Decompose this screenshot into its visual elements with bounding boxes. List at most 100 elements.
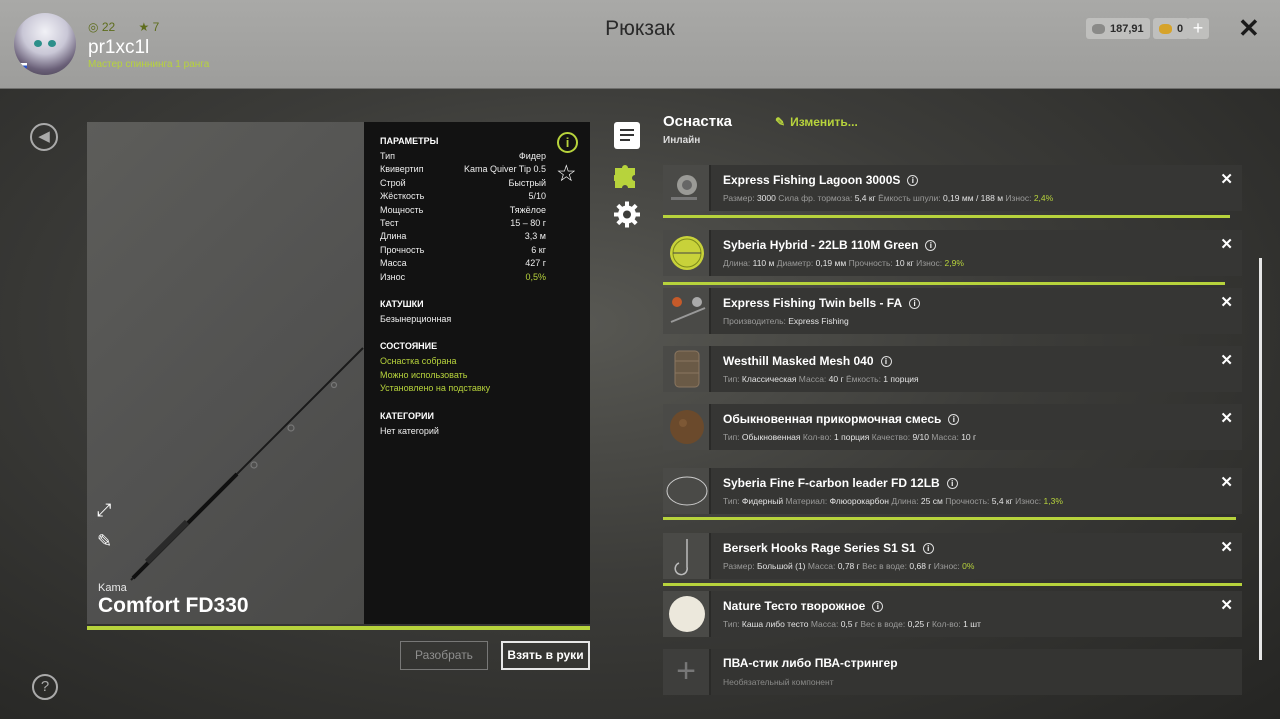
item-details: Размер: Большой (1) Масса: 0,78 г Вес в …	[723, 561, 974, 571]
info-icon[interactable]: i	[948, 414, 960, 425]
favorite-star-icon[interactable]: ☆	[556, 160, 577, 187]
item-name: Nature Тесто творожное i	[723, 599, 884, 613]
info-icon[interactable]: i	[925, 240, 937, 251]
detail-value: 1 шт	[963, 619, 981, 629]
add-currency-button[interactable]: +	[1187, 18, 1209, 39]
rod-image	[130, 347, 364, 581]
detail-key: Кол-во:	[802, 432, 835, 442]
add-slot-icon: +	[663, 649, 711, 695]
detail-key: Ёмкость:	[845, 374, 884, 384]
categories-section: КАТЕГОРИИ Нет категорий	[380, 411, 574, 438]
item-thumbnail	[663, 533, 711, 579]
remove-item-icon[interactable]: ✕	[1220, 170, 1233, 188]
item-name-text: Express Fishing Lagoon 3000S	[723, 173, 901, 187]
param-row: Масса 427 г	[380, 257, 546, 270]
item-details: Размер: 3000 Сила фр. тормоза: 5,4 кг Ём…	[723, 193, 1053, 203]
gold-balance: 0	[1153, 18, 1190, 39]
remove-item-icon[interactable]: ✕	[1220, 473, 1233, 491]
pencil-icon[interactable]: ✎	[97, 531, 112, 552]
detail-key: Размер:	[723, 561, 757, 571]
param-value: 3,3 м	[524, 231, 546, 242]
detail-value: Обыкновенная	[741, 432, 803, 442]
remove-item-icon[interactable]: ✕	[1220, 351, 1233, 369]
detail-key: Износ:	[1005, 193, 1034, 203]
take-in-hands-button[interactable]: Взять в руки	[501, 641, 590, 670]
close-icon[interactable]: ✕	[1238, 13, 1260, 44]
item-details: Тип: Классическая Масса: 40 г Ёмкость: 1…	[723, 374, 919, 384]
scrollbar[interactable]	[1259, 258, 1262, 660]
remove-item-icon[interactable]: ✕	[1220, 538, 1233, 556]
optional-slot[interactable]: + ПВА-стик либо ПВА-стрингер Необязатель…	[663, 649, 1242, 695]
reels-value: Безынерционная	[380, 314, 452, 325]
tackle-item[interactable]: Обыкновенная прикормочная смесь i Тип: Обы…	[663, 404, 1242, 450]
item-condition-bar	[663, 215, 1230, 218]
tackle-item[interactable]: Westhill Masked Mesh 040 i Тип: Классическ…	[663, 346, 1242, 392]
param-key: Износ	[380, 271, 406, 282]
remove-item-icon[interactable]: ✕	[1220, 596, 1233, 614]
item-condition-bar	[663, 282, 1225, 285]
detail-value: 10 кг	[895, 258, 917, 268]
item-name-text: Berserk Hooks Rage Series S1 S1	[723, 541, 916, 555]
rod-name: Comfort FD330	[98, 594, 249, 617]
info-icon[interactable]: i	[872, 601, 884, 612]
remove-item-icon[interactable]: ✕	[1220, 293, 1233, 311]
tackle-title: Оснастка	[663, 113, 732, 130]
silver-balance: 187,91	[1086, 18, 1150, 39]
remove-item-icon[interactable]: ✕	[1220, 409, 1233, 427]
back-arrow-icon[interactable]: ◀	[30, 123, 58, 151]
param-key: Строй	[380, 177, 406, 188]
document-icon[interactable]	[614, 122, 640, 149]
puzzle-icon[interactable]	[612, 162, 640, 189]
rod-condition-bar	[87, 626, 590, 630]
detail-key: Масса:	[807, 561, 838, 571]
info-icon[interactable]: i	[907, 175, 919, 186]
categories-title: КАТЕГОРИИ	[380, 410, 434, 421]
edit-button[interactable]: ✎ Изменить...	[775, 115, 863, 129]
detail-value: 110 м	[752, 258, 777, 268]
params-list: Тип Фидер Квивертип Kama Quiver Tip 0.5 Стро…	[380, 150, 574, 284]
item-name-text: Nature Тесто творожное	[723, 599, 866, 613]
param-row: Мощность Тяжёлое	[380, 204, 546, 217]
detail-value: 2,4%	[1033, 193, 1054, 203]
info-icon[interactable]: i	[922, 543, 934, 554]
tackle-item[interactable]: Syberia Fine F-carbon leader FD 12LB i Тип…	[663, 468, 1242, 520]
item-details: Тип: Каша либо тесто Масса: 0,5 г Вес в …	[723, 619, 981, 629]
tackle-item[interactable]: Syberia Hybrid - 22LB 110M Green i Длина: …	[663, 230, 1242, 285]
tackle-item[interactable]: Nature Тесто творожное i Тип: Каша либо те…	[663, 591, 1242, 637]
gear-icon[interactable]	[614, 201, 640, 228]
detail-key: Сила фр. тормоза:	[778, 193, 855, 203]
param-value: 5/10	[528, 191, 546, 202]
detail-key: Прочность:	[945, 496, 992, 506]
help-icon[interactable]: ?	[32, 674, 58, 700]
info-icon[interactable]: i	[557, 132, 578, 153]
reels-section: КАТУШКИ Безынерционная	[380, 299, 574, 326]
detail-value: 0,25 г	[907, 619, 932, 629]
item-details: Производитель: Express Fishing	[723, 316, 849, 326]
param-key: Жёсткость	[380, 191, 425, 202]
tackle-item[interactable]: Berserk Hooks Rage Series S1 S1 i Размер: …	[663, 533, 1242, 586]
info-icon[interactable]: i	[946, 478, 958, 489]
info-icon[interactable]: i	[909, 298, 921, 309]
detail-key: Масса:	[810, 619, 841, 629]
detail-value: 0,5 г	[840, 619, 861, 629]
item-name: Syberia Fine F-carbon leader FD 12LB i	[723, 476, 958, 490]
item-details: Длина: 110 м Диаметр: 0,19 мм Прочность:…	[723, 258, 964, 268]
avatar-eye	[34, 40, 42, 47]
param-row: Жёсткость 5/10	[380, 190, 546, 203]
expand-icon[interactable]: ⤢	[97, 500, 111, 521]
item-condition-bar	[663, 517, 1236, 520]
detail-value: 25 см	[920, 496, 946, 506]
param-value: Тяжёлое	[509, 204, 546, 215]
tackle-item[interactable]: Express Fishing Lagoon 3000S i Размер: 300…	[663, 165, 1242, 218]
state-line: Оснастка собрана	[380, 356, 457, 367]
param-key: Прочность	[380, 244, 425, 255]
detail-value: 9/10	[912, 432, 932, 442]
detail-key: Износ:	[933, 561, 963, 571]
disassemble-button[interactable]: Разобрать	[400, 641, 488, 670]
info-icon[interactable]: i	[880, 356, 892, 367]
item-name: Syberia Hybrid - 22LB 110M Green i	[723, 238, 937, 252]
remove-item-icon[interactable]: ✕	[1220, 235, 1233, 253]
item-thumbnail	[663, 288, 711, 334]
item-name: Berserk Hooks Rage Series S1 S1 i	[723, 541, 934, 555]
tackle-item[interactable]: Express Fishing Twin bells - FA i Производ…	[663, 288, 1242, 334]
